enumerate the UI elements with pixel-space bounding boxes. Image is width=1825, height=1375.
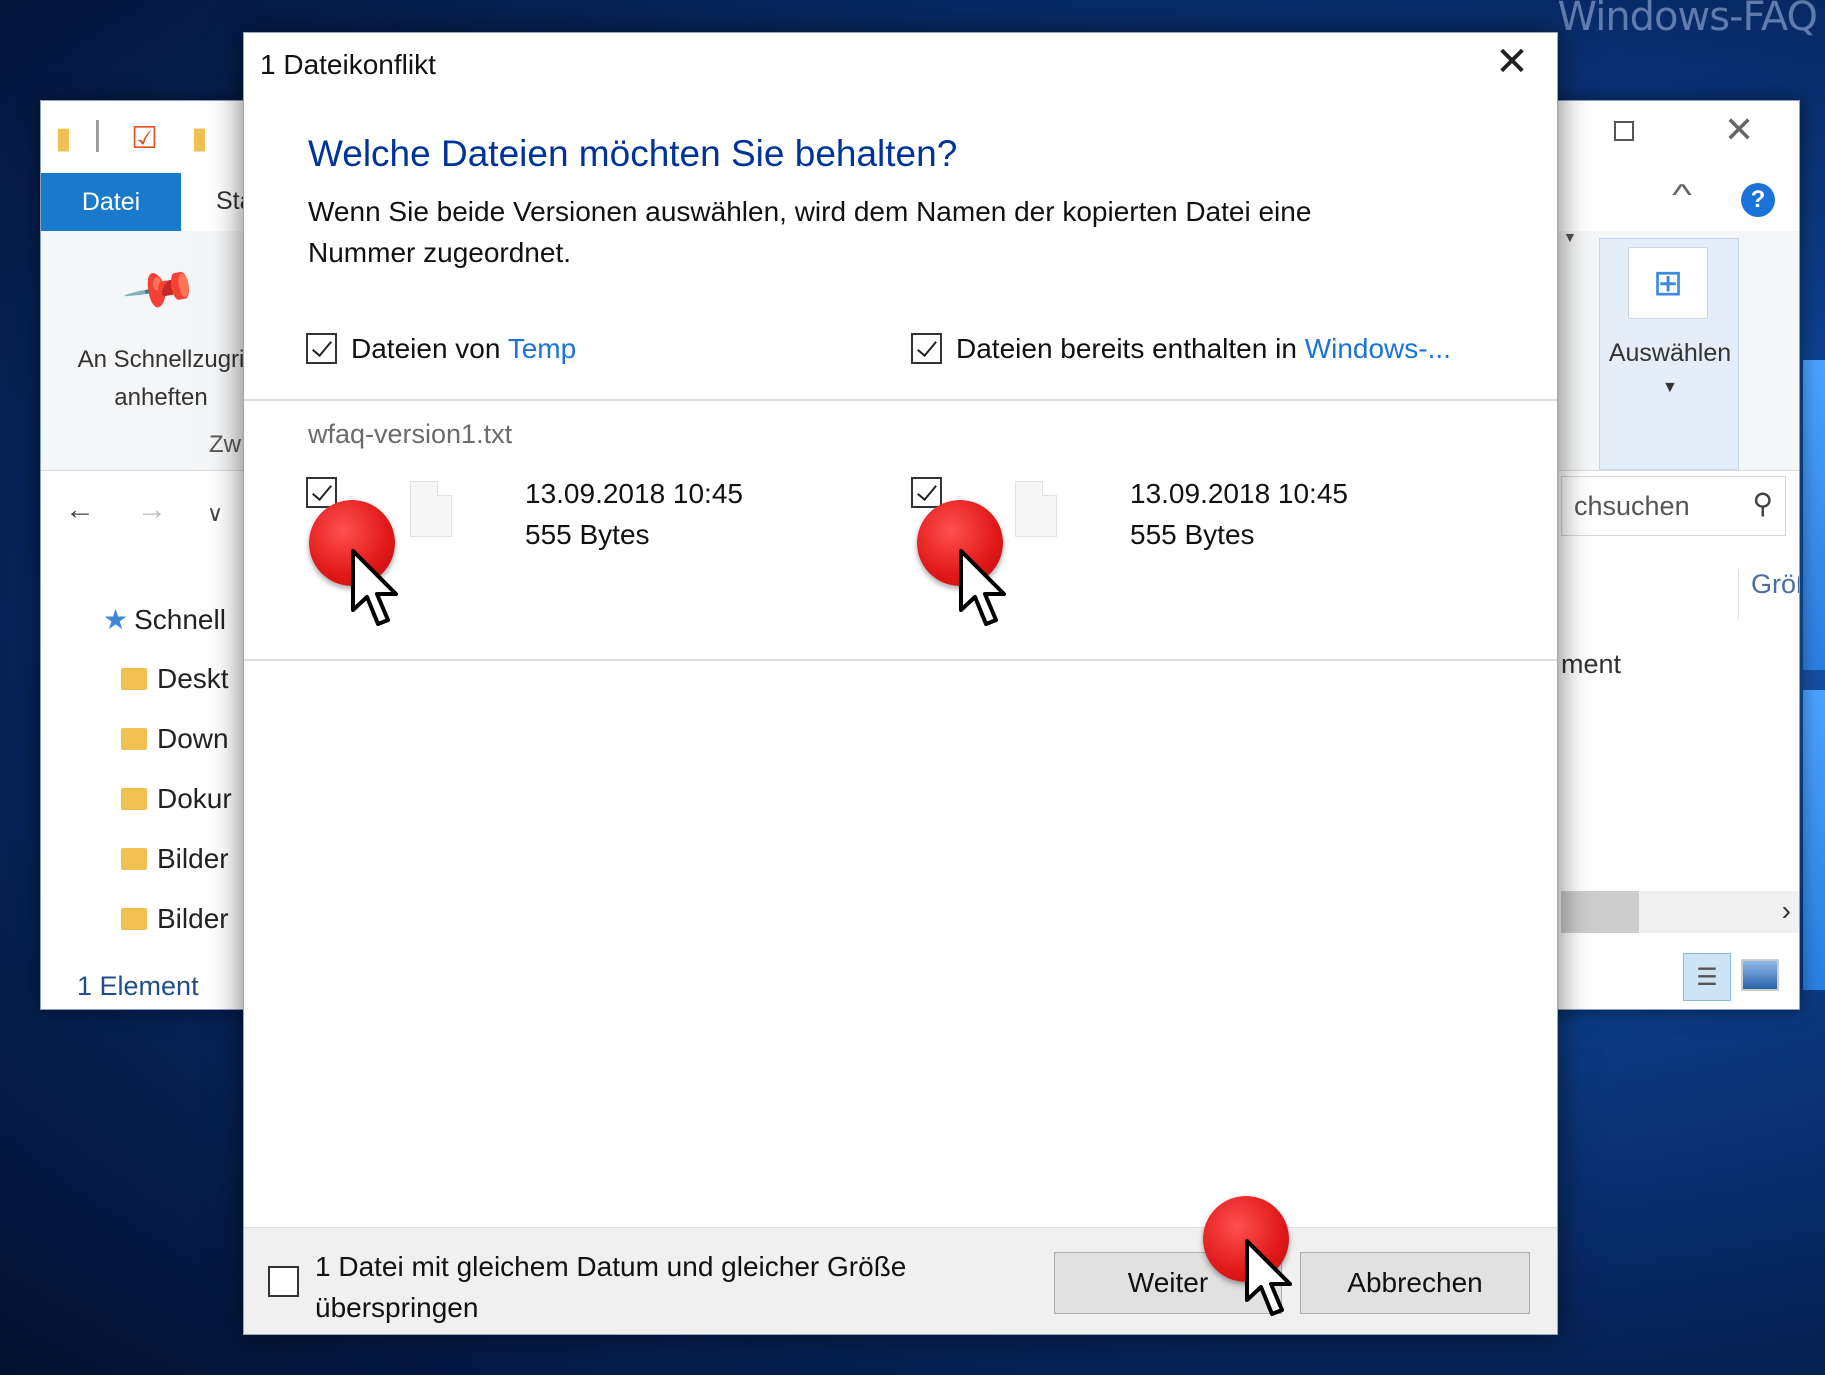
search-icon: ⚲ bbox=[1752, 488, 1773, 519]
cancel-button[interactable]: Abbrechen bbox=[1300, 1252, 1530, 1314]
ribbon-group-label: Zw bbox=[209, 431, 241, 458]
forward-arrow-icon[interactable]: → bbox=[137, 493, 167, 527]
skip-identical-label[interactable]: 1 Datei mit gleichem Datum und gleicher … bbox=[315, 1246, 955, 1328]
text-file-icon[interactable] bbox=[410, 481, 452, 537]
tree-item-label: Down bbox=[157, 723, 229, 754]
maximize-icon[interactable] bbox=[1614, 121, 1634, 141]
select-label: Auswählen bbox=[1608, 339, 1732, 367]
source-column-header: Dateien von Temp bbox=[351, 333, 576, 365]
chevron-up-icon[interactable]: ^ bbox=[1672, 179, 1692, 213]
mouse-cursor-icon bbox=[1245, 1239, 1292, 1316]
skip-identical-checkbox[interactable] bbox=[268, 1266, 299, 1297]
tree-item-documents[interactable]: Dokur bbox=[121, 783, 232, 815]
destination-file-checkbox[interactable] bbox=[911, 477, 942, 508]
dialog-title: 1 Dateikonflikt bbox=[260, 49, 436, 80]
dialog-footer: 1 Datei mit gleichem Datum und gleicher … bbox=[244, 1227, 1557, 1334]
file-row-type: ment bbox=[1561, 649, 1622, 679]
pin-to-quick-access-button[interactable]: An Schnellzugri anheften bbox=[61, 341, 261, 417]
destination-column-label: Dateien bereits enthalten in bbox=[956, 333, 1305, 364]
folder-icon bbox=[121, 668, 147, 690]
tree-item-pictures-2[interactable]: Bilder bbox=[121, 903, 229, 935]
select-icon: ⊞ bbox=[1628, 247, 1708, 319]
pin-icon: 📌 bbox=[120, 251, 200, 330]
tree-item-downloads[interactable]: Down bbox=[121, 723, 229, 755]
dialog-heading: Welche Dateien möchten Sie behalten? bbox=[308, 133, 958, 174]
large-icons-view-icon[interactable] bbox=[1741, 959, 1779, 991]
desktop-logo-pane bbox=[1803, 360, 1825, 670]
tree-item-label: Bilder bbox=[157, 903, 229, 934]
folder-icon bbox=[121, 908, 147, 930]
back-arrow-icon[interactable]: ← bbox=[65, 493, 95, 527]
close-icon[interactable]: ✕ bbox=[1487, 39, 1537, 85]
destination-file-info: 13.09.2018 10:45 555 Bytes bbox=[1130, 473, 1348, 555]
search-placeholder: chsuchen bbox=[1574, 491, 1690, 521]
help-icon[interactable]: ? bbox=[1741, 183, 1775, 217]
search-input[interactable]: chsuchen ⚲ bbox=[1561, 476, 1786, 536]
watermark: Windows-FAQ bbox=[1557, 0, 1818, 40]
destination-file-size: 555 Bytes bbox=[1130, 519, 1255, 550]
dialog-description: Wenn Sie beide Versionen auswählen, wird… bbox=[308, 196, 1312, 268]
source-file-date: 13.09.2018 10:45 bbox=[525, 478, 743, 509]
new-folder-icon[interactable]: ▮ bbox=[191, 121, 208, 156]
star-icon: ★ bbox=[103, 604, 129, 635]
details-view-icon[interactable]: ☰ bbox=[1683, 953, 1731, 1001]
mouse-cursor-icon bbox=[959, 549, 1006, 626]
tree-item-label: Schnell bbox=[134, 604, 226, 635]
mouse-cursor-icon bbox=[351, 549, 398, 626]
properties-icon[interactable]: ☑ bbox=[131, 121, 158, 156]
tree-item-desktop[interactable]: Deskt bbox=[121, 663, 229, 695]
tab-file[interactable]: Datei bbox=[41, 173, 181, 231]
tree-item-label: Bilder bbox=[157, 843, 229, 874]
destination-folder-link[interactable]: Windows-... bbox=[1305, 333, 1451, 364]
chevron-down-icon: ▼ bbox=[1662, 379, 1678, 396]
select-all-destination-checkbox[interactable] bbox=[911, 333, 942, 364]
folder-icon bbox=[121, 788, 147, 810]
select-all-source-checkbox[interactable] bbox=[306, 333, 337, 364]
conflict-file-name: wfaq-version1.txt bbox=[308, 419, 513, 449]
source-column-label: Dateien von bbox=[351, 333, 508, 364]
scrollbar-thumb[interactable] bbox=[1561, 891, 1639, 933]
dropdown-caret-icon[interactable]: ▼ bbox=[1563, 229, 1577, 245]
tree-item-quick-access[interactable]: ★ Schnell bbox=[103, 603, 226, 636]
source-file-info: 13.09.2018 10:45 555 Bytes bbox=[525, 473, 743, 555]
folder-icon[interactable]: ▮ bbox=[55, 121, 72, 156]
chevron-down-icon[interactable]: ∨ bbox=[207, 501, 223, 527]
destination-file-date: 13.09.2018 10:45 bbox=[1130, 478, 1348, 509]
folder-icon bbox=[121, 848, 147, 870]
tree-item-label: Dokur bbox=[157, 783, 232, 814]
destination-column-header: Dateien bereits enthalten in Windows-... bbox=[956, 333, 1451, 365]
close-icon[interactable]: ✕ bbox=[1724, 109, 1754, 151]
source-file-size: 555 Bytes bbox=[525, 519, 650, 550]
file-conflict-dialog: 1 Dateikonflikt ✕ Welche Dateien möchten… bbox=[243, 32, 1558, 1335]
divider bbox=[244, 399, 1557, 401]
text-file-icon[interactable] bbox=[1015, 481, 1057, 537]
folder-icon bbox=[121, 728, 147, 750]
source-folder-link[interactable]: Temp bbox=[508, 333, 576, 364]
tree-item-label: Deskt bbox=[157, 663, 229, 694]
column-header-size[interactable]: Größ bbox=[1738, 569, 1799, 619]
divider bbox=[244, 659, 1557, 661]
desktop-logo-pane bbox=[1803, 690, 1825, 990]
select-button[interactable]: ⊞ Auswählen ▼ bbox=[1599, 238, 1739, 470]
separator: | bbox=[93, 115, 102, 153]
tree-item-pictures[interactable]: Bilder bbox=[121, 843, 229, 875]
chevron-right-icon[interactable]: › bbox=[1782, 895, 1791, 927]
horizontal-scrollbar[interactable]: › bbox=[1561, 891, 1799, 933]
status-bar-count: 1 Element bbox=[77, 971, 199, 1001]
